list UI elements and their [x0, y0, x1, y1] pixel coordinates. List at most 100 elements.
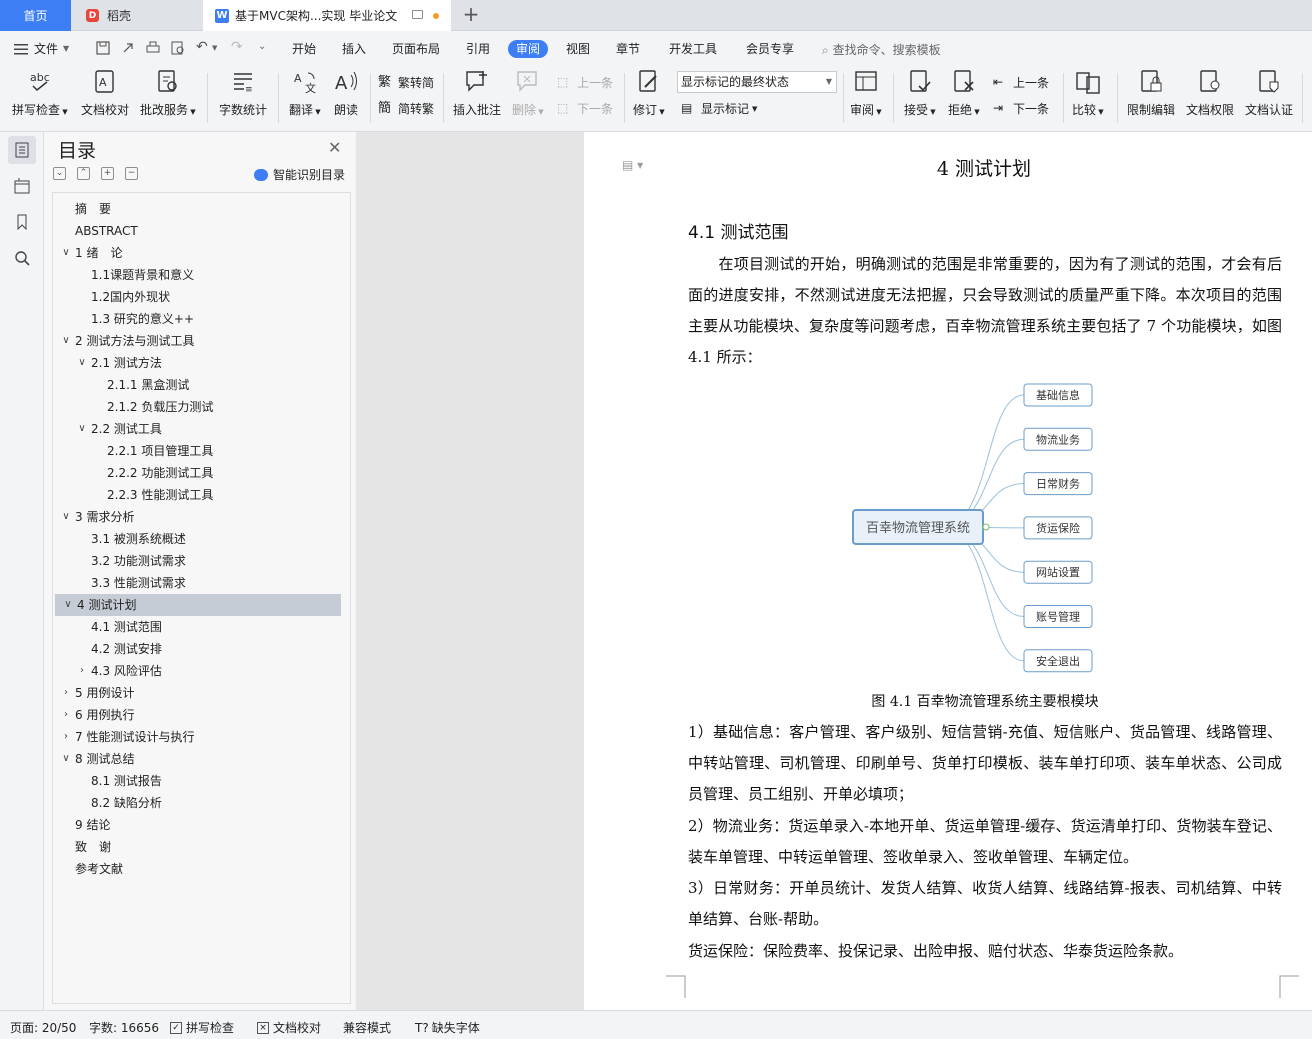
toc-item[interactable]: 2.2.1 项目管理工具 [53, 440, 343, 462]
chevron-down-icon[interactable]: ∨ [61, 506, 71, 528]
menu-start[interactable]: 开始 [292, 39, 316, 59]
tab-home[interactable]: 首页 [0, 0, 71, 31]
markup-state-select[interactable]: 显示标记的最终状态 ▼ [677, 71, 837, 93]
toc-item[interactable]: ABSTRACT [53, 220, 343, 242]
toc-item[interactable]: 4.1 测试范围 [53, 616, 343, 638]
toc-item[interactable]: 9 结论 [53, 814, 343, 836]
revise-button[interactable]: 修订 ▼ [633, 69, 665, 118]
toc-item[interactable]: 1.2国内外现状 [53, 286, 343, 308]
toc-item[interactable]: 致 谢 [53, 836, 343, 858]
restrict-edit-button[interactable]: 限制编辑 [1127, 69, 1175, 118]
toc-item[interactable]: 2.2.3 性能测试工具 [53, 484, 343, 506]
toc-item[interactable]: ∨ 4 测试计划 [55, 594, 341, 616]
toc-item[interactable]: 8.2 缺陷分析 [53, 792, 343, 814]
toc-item[interactable]: 1.3 研究的意义++ [53, 308, 343, 330]
collapse-all-icon[interactable]: ⌄ [53, 167, 66, 180]
toc-item[interactable]: › 4.3 风险评估 [53, 660, 343, 682]
bookmark-icon[interactable] [8, 208, 36, 236]
trad-to-simp-button[interactable]: 繁繁转简 [378, 74, 434, 91]
remove-heading-icon[interactable]: − [125, 167, 138, 180]
toc-item[interactable]: › 6 用例执行 [53, 704, 343, 726]
toc-item[interactable]: ∨ 3 需求分析 [53, 506, 343, 528]
toc-item[interactable]: ∨ 1 绪 论 [53, 242, 343, 264]
doc-certify-button[interactable]: 文档认证 [1245, 69, 1293, 118]
status-spellcheck[interactable]: ✓ 拼写检查 [170, 1019, 234, 1036]
toc-item[interactable]: › 7 性能测试设计与执行 [53, 726, 343, 748]
save-icon[interactable] [96, 41, 110, 55]
toc-item[interactable]: 8.1 测试报告 [53, 770, 343, 792]
chevron-right-icon[interactable]: › [61, 726, 71, 748]
status-proof[interactable]: × 文档校对 [257, 1019, 321, 1036]
chevron-down-icon[interactable]: ∨ [61, 748, 71, 770]
prev-comment-button[interactable]: ⬚ 上一条 [557, 74, 613, 91]
review-pane-button[interactable]: 审阅 ▼ [850, 69, 882, 118]
delete-comment-button[interactable]: 删除 ▼ [512, 69, 544, 118]
doc-proof-button[interactable]: A 文档校对 [81, 69, 129, 118]
insert-comment-button[interactable]: 插入批注 [453, 69, 501, 118]
translate-button[interactable]: A文 翻译 ▼ [289, 69, 321, 118]
doc-permission-button[interactable]: 文档权限 [1186, 69, 1234, 118]
missing-font-button[interactable]: T? 缺失字体 [415, 1019, 480, 1036]
batch-service-button[interactable]: 批改服务 ▼ [140, 69, 196, 118]
close-icon[interactable]: ✕ [328, 138, 341, 157]
tab-document[interactable]: W 基于MVC架构...实现 毕业论文 [203, 0, 451, 31]
chevron-down-icon[interactable]: ∨ [61, 330, 71, 352]
next-change-button[interactable]: ⇥ 下一条 [993, 100, 1049, 117]
toc-item[interactable]: 参考文献 [53, 858, 343, 880]
word-count-button[interactable]: ≡ 字数统计 [219, 69, 267, 118]
menu-page-layout[interactable]: 页面布局 [392, 39, 440, 59]
toc-item[interactable]: 4.2 测试安排 [53, 638, 343, 660]
word-count-indicator[interactable]: 字数: 16656 [89, 1019, 159, 1036]
chevron-down-icon[interactable]: ∨ [63, 594, 73, 616]
toc-item[interactable]: 1.1课题背景和意义 [53, 264, 343, 286]
menu-references[interactable]: 引用 [466, 39, 490, 59]
command-search[interactable]: ⌕ 查找命令、搜索模板 [822, 41, 941, 58]
menu-developer[interactable]: 开发工具 [669, 39, 717, 59]
add-heading-icon[interactable]: + [101, 167, 114, 180]
tab-daoke[interactable]: D 稻壳 [72, 0, 200, 31]
compare-button[interactable]: 比较 ▼ [1072, 69, 1104, 118]
chevron-right-icon[interactable]: › [61, 682, 71, 704]
toc-item[interactable]: ∨ 2.2 测试工具 [53, 418, 343, 440]
search-icon[interactable] [8, 244, 36, 272]
document-page[interactable]: ▤ ▾ 4 测试计划 4.1 测试范围 在项目测试的开始，明确测试的范围是非常重… [584, 132, 1312, 1010]
chevron-down-icon[interactable]: ∨ [77, 352, 87, 374]
show-markup-button[interactable]: ▤ 显示标记 ▼ [681, 100, 757, 117]
chevron-down-icon[interactable]: ∨ [77, 418, 87, 440]
menu-membership[interactable]: 会员专享 [746, 39, 794, 59]
chevron-right-icon[interactable]: › [77, 660, 87, 682]
toc-item[interactable]: ∨ 2.1 测试方法 [53, 352, 343, 374]
share-icon[interactable] [121, 41, 135, 55]
chevron-right-icon[interactable]: › [61, 704, 71, 726]
menu-insert[interactable]: 插入 [342, 39, 366, 59]
prev-change-button[interactable]: ⇤ 上一条 [993, 74, 1049, 91]
toc-item[interactable]: 摘 要 [53, 198, 343, 220]
toc-item[interactable]: 2.2.2 功能测试工具 [53, 462, 343, 484]
read-aloud-button[interactable]: A 朗读 [333, 69, 359, 118]
page-indicator[interactable]: 页面: 20/50 [10, 1019, 76, 1036]
reject-button[interactable]: 拒绝 ▼ [948, 69, 980, 118]
chevron-down-icon[interactable]: ∨ [61, 242, 71, 264]
next-comment-button[interactable]: ⬚ 下一条 [557, 100, 613, 117]
chapter-nav-icon[interactable] [8, 172, 36, 200]
chevron-down-icon[interactable]: ▼ [212, 44, 217, 52]
smart-toc-button[interactable]: 智能识别目录 [254, 166, 345, 183]
accept-button[interactable]: 接受 ▼ [904, 69, 936, 118]
menu-view[interactable]: 视图 [566, 39, 590, 59]
quick-access-more-icon[interactable]: ⌄ [258, 41, 266, 52]
expand-all-icon[interactable]: ⌃ [77, 167, 90, 180]
new-tab-button[interactable]: + [460, 3, 482, 27]
toc-nav-icon[interactable] [8, 136, 36, 164]
redo-icon[interactable]: ↷ [231, 39, 243, 55]
print-preview-icon[interactable] [171, 41, 185, 55]
toc-item[interactable]: ∨ 2 测试方法与测试工具 [53, 330, 343, 352]
toc-item[interactable]: › 5 用例设计 [53, 682, 343, 704]
toc-item[interactable]: 2.1.1 黑盒测试 [53, 374, 343, 396]
file-menu[interactable]: 文件 ▼ [14, 39, 69, 59]
menu-chapter[interactable]: 章节 [616, 39, 640, 59]
spellcheck-button[interactable]: abc 拼写检查 ▼ [12, 69, 68, 118]
toc-item[interactable]: ∨ 8 测试总结 [53, 748, 343, 770]
simp-to-trad-button[interactable]: 簡简转繁 [378, 100, 434, 117]
toc-item[interactable]: 3.1 被测系统概述 [53, 528, 343, 550]
menu-review[interactable]: 审阅 [508, 40, 549, 58]
